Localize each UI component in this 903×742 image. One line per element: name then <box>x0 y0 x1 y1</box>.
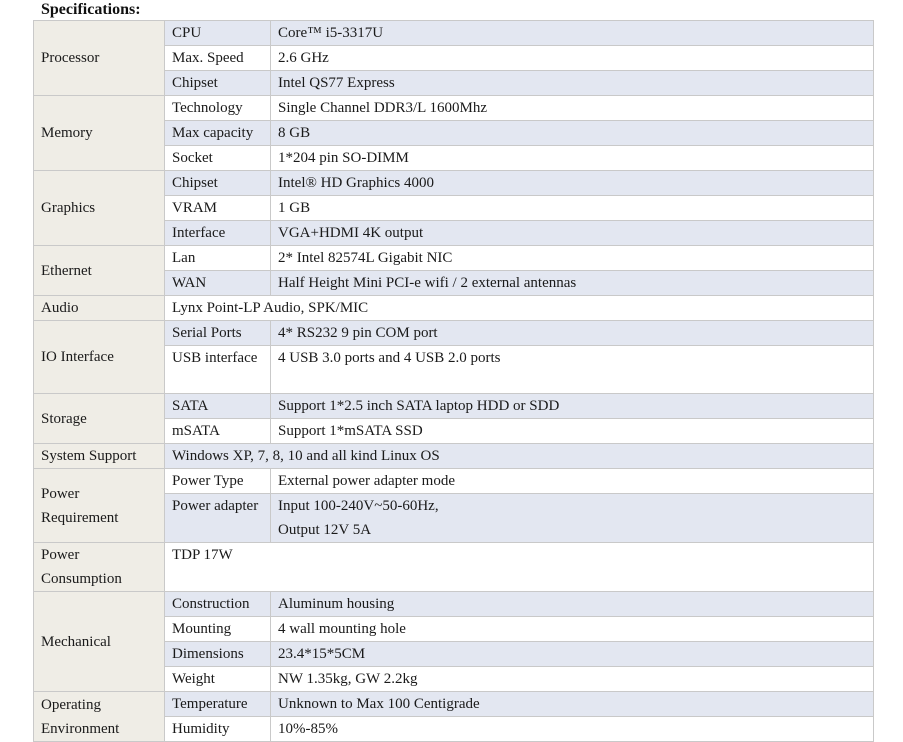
spec-value: 1*204 pin SO-DIMM <box>270 145 874 171</box>
specifications-table-body: Processor CPU Core™ i5-3317U Max. Speed 2.6 … <box>33 20 874 742</box>
spec-subcategory: Serial Ports <box>164 320 271 346</box>
spec-category: Graphics <box>33 170 165 246</box>
spec-row: Graphics Chipset Intel® HD Graphics 4000 <box>33 170 874 246</box>
spec-value: 4* RS232 9 pin COM port <box>270 320 874 346</box>
spec-value: Support 1*mSATA SSD <box>270 418 874 444</box>
spec-row: System Support Windows XP, 7, 8, 10 and a… <box>33 443 874 469</box>
spec-value: 4 USB 3.0 ports and 4 USB 2.0 ports <box>270 345 874 394</box>
spec-subcategory: Max capacity <box>164 120 271 146</box>
spec-subcategory: WAN <box>164 270 271 296</box>
spec-category: Operating Environment <box>33 691 165 742</box>
spec-subcategory: Temperature <box>164 691 271 717</box>
spec-subcategory: Chipset <box>164 170 271 196</box>
spec-subcategory: Power Type <box>164 468 271 494</box>
spec-row: Power Consumption TDP 17W <box>33 542 874 592</box>
spec-value: 8 GB <box>270 120 874 146</box>
spec-value: 2* Intel 82574L Gigabit NIC <box>270 245 874 271</box>
spec-category: System Support <box>33 443 165 469</box>
spec-value: Input 100-240V~50-60Hz, Output 12V 5A <box>270 493 874 543</box>
spec-subcategory: mSATA <box>164 418 271 444</box>
spec-value: External power adapter mode <box>270 468 874 494</box>
spec-row: Operating Environment Temperature Unknown … <box>33 691 874 742</box>
spec-subcategory: USB interface <box>164 345 271 394</box>
spec-value: Core™ i5-3317U <box>270 20 874 46</box>
spec-value: Unknown to Max 100 Centigrade <box>270 691 874 717</box>
spec-subcategory: Mounting <box>164 616 271 642</box>
spec-subcategory: VRAM <box>164 195 271 221</box>
spec-category: Power Consumption <box>33 542 165 592</box>
spec-subcategory: Humidity <box>164 716 271 742</box>
spec-subcategory: CPU <box>164 20 271 46</box>
spec-value: VGA+HDMI 4K output <box>270 220 874 246</box>
spec-value: Intel QS77 Express <box>270 70 874 96</box>
spec-value: Single Channel DDR3/L 1600Mhz <box>270 95 874 121</box>
specifications-heading: Specifications: <box>41 1 141 18</box>
spec-row: Power Requirement Power Type External powe… <box>33 468 874 543</box>
spec-value: NW 1.35kg, GW 2.2kg <box>270 666 874 692</box>
spec-category: Storage <box>33 393 165 444</box>
spec-subcategory: Dimensions <box>164 641 271 667</box>
spec-subcategory: Construction <box>164 591 271 617</box>
spec-value: Lynx Point-LP Audio, SPK/MIC <box>164 295 874 321</box>
spec-subcategory: Lan <box>164 245 271 271</box>
spec-category: Memory <box>33 95 165 171</box>
spec-value: Support 1*2.5 inch SATA laptop HDD or SD… <box>270 393 874 419</box>
spec-subcategory: Socket <box>164 145 271 171</box>
spec-category: Mechanical <box>33 591 165 692</box>
spec-value: TDP 17W <box>164 542 874 592</box>
spec-row: Processor CPU Core™ i5-3317U <box>33 20 874 96</box>
spec-value: 2.6 GHz <box>270 45 874 71</box>
spec-value: Aluminum housing <box>270 591 874 617</box>
spec-subcategory: Power adapter <box>164 493 271 543</box>
spec-row: IO Interface Serial Ports 4* RS232 9 pin C… <box>33 320 874 394</box>
spec-category: Audio <box>33 295 165 321</box>
spec-value: 23.4*15*5CM <box>270 641 874 667</box>
specifications-table: Processor CPU Core™ i5-3317U Max. Speed 2.6 … <box>33 20 874 742</box>
spec-value: 1 GB <box>270 195 874 221</box>
spec-row: Storage SATA Support 1*2.5 inch SATA lapto… <box>33 393 874 444</box>
spec-category: Power Requirement <box>33 468 165 543</box>
spec-value: Windows XP, 7, 8, 10 and all kind Linux … <box>164 443 874 469</box>
spec-subcategory: SATA <box>164 393 271 419</box>
spec-row: Memory Technology Single Channel DDR3/L 16… <box>33 95 874 171</box>
spec-row: Mechanical Construction Aluminum housing <box>33 591 874 692</box>
spec-category: Ethernet <box>33 245 165 296</box>
spec-value: 10%-85% <box>270 716 874 742</box>
spec-category: IO Interface <box>33 320 165 394</box>
spec-row: Audio Lynx Point-LP Audio, SPK/MIC <box>33 295 874 321</box>
spec-value: 4 wall mounting hole <box>270 616 874 642</box>
spec-value: Intel® HD Graphics 4000 <box>270 170 874 196</box>
spec-subcategory: Max. Speed <box>164 45 271 71</box>
spec-category: Processor <box>33 20 165 96</box>
spec-row: Ethernet Lan 2* Intel 82574L Gigabit NIC <box>33 245 874 296</box>
spec-subcategory: Interface <box>164 220 271 246</box>
spec-subcategory: Technology <box>164 95 271 121</box>
spec-subcategory: Chipset <box>164 70 271 96</box>
spec-value: Half Height Mini PCI-e wifi / 2 external… <box>270 270 874 296</box>
spec-subcategory: Weight <box>164 666 271 692</box>
